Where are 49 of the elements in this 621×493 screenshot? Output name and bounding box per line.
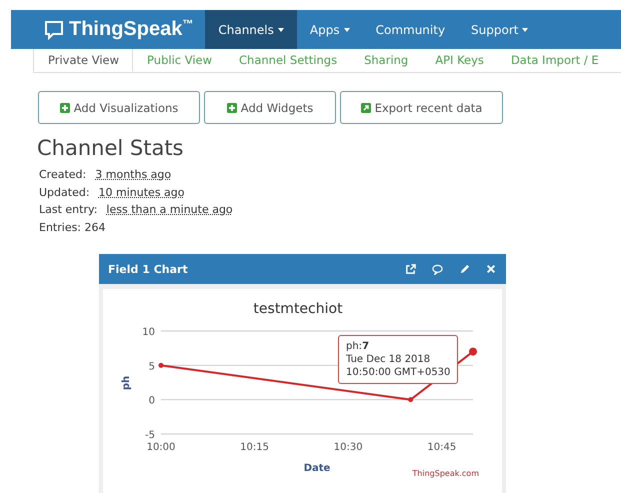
stat-value: 10 minutes ago	[98, 184, 185, 200]
y-tick-label: 10	[142, 327, 155, 338]
comment-icon[interactable]	[432, 264, 443, 274]
speech-bubble-icon	[44, 20, 64, 40]
y-tick-label: -5	[145, 430, 155, 441]
close-icon[interactable]	[486, 264, 496, 274]
action-button[interactable]: Add Widgets	[204, 91, 336, 124]
nav-item[interactable]: Support	[458, 10, 542, 49]
tab[interactable]: API Keys	[421, 49, 497, 72]
external-link-icon[interactable]	[405, 264, 416, 274]
section-title: Channel Stats	[37, 136, 184, 160]
tooltip-series: ph:7	[346, 341, 370, 352]
arrow-icon	[360, 102, 371, 112]
y-axis-title: ph	[121, 376, 132, 390]
tab[interactable]: Channel Settings	[225, 49, 350, 72]
tab[interactable]: Sharing	[350, 49, 422, 72]
data-point	[158, 362, 164, 368]
plus-icon	[60, 102, 70, 112]
nav-item[interactable]: Apps	[296, 10, 363, 49]
action-button[interactable]: Add Visualizations	[38, 91, 200, 124]
x-tick-label: 10:45	[427, 442, 456, 453]
plus-icon	[226, 102, 237, 112]
stat-label: Last entry:	[39, 202, 98, 218]
x-axis-title: Date	[304, 463, 330, 471]
nav-item[interactable]: Community	[362, 10, 458, 49]
action-button[interactable]: Export recent data	[340, 91, 503, 124]
stat-label: Updated:	[39, 184, 90, 200]
tab[interactable]: Private View	[33, 49, 134, 72]
pencil-icon[interactable]	[459, 264, 470, 274]
brand-name[interactable]: ThingSpeak$^{™}$	[69, 18, 194, 41]
x-tick-label: 10:00	[146, 442, 176, 453]
chart-title: testmtechiot	[253, 301, 343, 317]
nav-item[interactable]: Channels	[205, 10, 297, 49]
credit-link[interactable]: ThingSpeak.com	[412, 469, 479, 478]
stat-label: Entries: 264	[39, 220, 106, 236]
y-tick-label: 5	[148, 361, 155, 372]
stat-value: less than a minute ago	[106, 202, 233, 218]
panel-title: Field 1 Chart	[108, 262, 188, 276]
x-tick-label: 10:15	[240, 442, 270, 453]
stat-label: Created:	[39, 167, 86, 183]
y-tick-label: 0	[148, 396, 155, 407]
tooltip-time: 10:50:00 GMT+0530	[346, 366, 450, 379]
tab[interactable]: Data Import / E	[496, 49, 612, 72]
tab[interactable]: Public View	[133, 49, 226, 72]
data-point	[469, 348, 477, 356]
stat-value: 3 months ago	[95, 167, 172, 183]
tooltip-date: Tue Dec 18 2018	[346, 353, 432, 366]
x-tick-label: 10:30	[334, 442, 363, 453]
data-point	[408, 397, 414, 402]
